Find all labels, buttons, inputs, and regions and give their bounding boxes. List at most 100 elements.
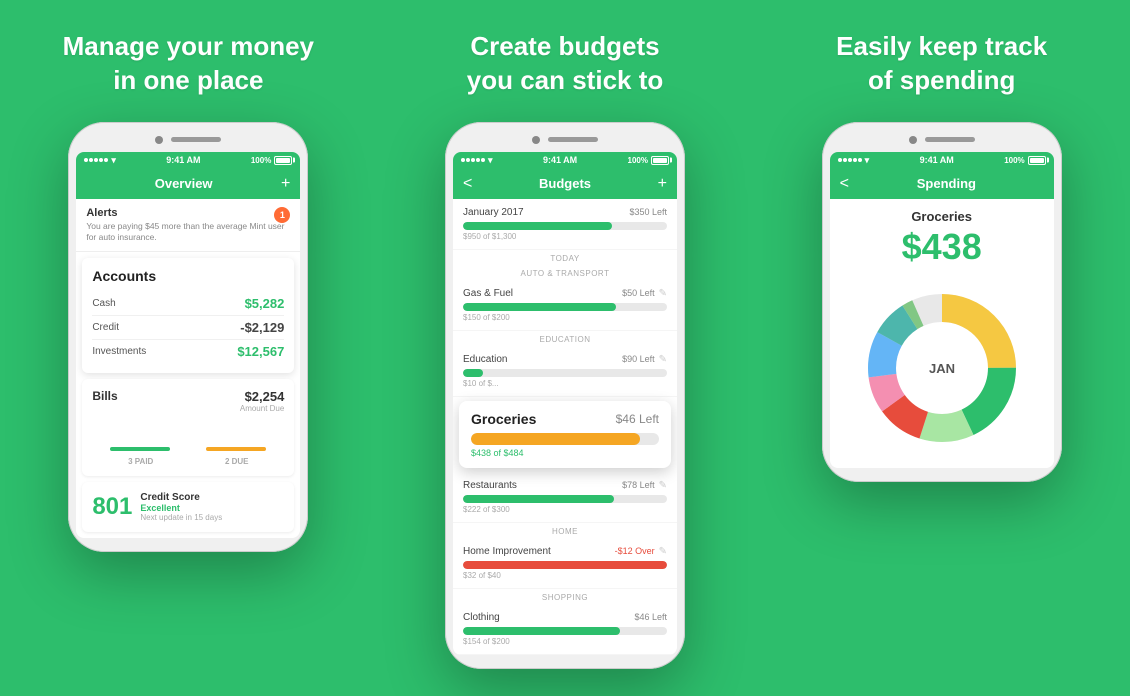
budget-home-name: Home Improvement <box>463 546 551 557</box>
phone3-screen: ▾ 9:41 AM 100% < Spending <box>830 152 1054 468</box>
budget-item-gasfuel: Gas & Fuel $50 Left ✎ $150 of $200 <box>453 280 677 331</box>
phone1-status-right: 100% <box>251 156 292 165</box>
phone1-accounts-card: Accounts Cash $5,282 Credit -$2,129 Inve… <box>82 258 294 373</box>
phone2-camera <box>532 136 540 144</box>
account-row-credit: Credit -$2,129 <box>92 316 284 340</box>
budget-item-cloth-header: Clothing $46 Left <box>463 612 667 623</box>
phone1-bills-section: Bills $2,254 Amount Due <box>82 379 294 476</box>
budget-hl-header: Groceries $46 Left <box>471 411 659 427</box>
budget-cloth-left: $46 Left <box>634 612 667 622</box>
phone1-time: 9:41 AM <box>166 155 200 165</box>
donut-center-label: JAN <box>929 361 955 376</box>
budget-gas-name: Gas & Fuel <box>463 288 513 299</box>
budget-item-clothing: Clothing $46 Left $154 of $200 <box>453 604 677 655</box>
phone2-header-add[interactable]: + <box>658 175 667 193</box>
budget-gas-left: $50 Left ✎ <box>622 288 667 299</box>
phone1-status-bar: ▾ 9:41 AM 100% <box>76 152 300 169</box>
budget-hl-name: Groceries <box>471 411 536 427</box>
phone1-alerts-section: Alerts 1 You are paying $45 more than th… <box>76 199 300 252</box>
phone1-screen: ▾ 9:41 AM 100% Overview + <box>76 152 300 538</box>
budget-rest-left: $78 Left ✎ <box>622 480 667 491</box>
phone2-speaker <box>548 137 598 142</box>
budget-cloth-name: Clothing <box>463 612 500 623</box>
budget-sublabel-shopping: SHOPPING <box>453 589 677 604</box>
section1-title-line1: Manage your money <box>63 31 314 61</box>
spending-donut-chart: JAN <box>852 278 1032 458</box>
budget-hl-sub: $438 of $484 <box>471 448 659 458</box>
phone1-header-title: Overview <box>155 176 213 191</box>
budget-edu-bar-fill <box>463 369 483 377</box>
phone1-bills-bars <box>92 421 284 451</box>
phone2-frame: ▾ 9:41 AM 100% < Budgets + <box>445 122 685 669</box>
budget-sublabel-home: HOME <box>453 523 677 538</box>
budget-cloth-sub: $154 of $200 <box>463 637 667 646</box>
phone1-bills-paid: 3 PAID <box>128 457 153 466</box>
phone1-bills-paid-bar <box>110 447 170 451</box>
budget-item-rest-header: Restaurants $78 Left ✎ <box>463 480 667 491</box>
budget-hl-bar-fill <box>471 433 640 445</box>
budget-hl-left: $46 Left <box>616 412 659 426</box>
phone1-credit-rating: Excellent <box>140 503 284 513</box>
budget-item-restaurants: Restaurants $78 Left ✎ $222 of $300 <box>453 472 677 523</box>
phone1-bills-header: Bills $2,254 Amount Due <box>92 389 284 413</box>
budget-home-edit[interactable]: ✎ <box>659 546 667 557</box>
budget-edu-left: $90 Left ✎ <box>622 354 667 365</box>
section-spending: Easily keep track of spending ▾ 9:41 AM <box>753 0 1130 696</box>
budget-item-edu-header: Education $90 Left ✎ <box>463 354 667 365</box>
phone2-battery-text: 100% <box>628 156 648 165</box>
phone2-app-header: < Budgets + <box>453 169 677 199</box>
section3-title: Easily keep track of spending <box>836 30 1047 98</box>
account-credit-label: Credit <box>92 322 119 333</box>
phone1-alerts-title: Alerts <box>86 207 290 219</box>
phone1-bills-amount: $2,254 <box>240 389 284 404</box>
budget-jan-name: January 2017 <box>463 207 524 218</box>
budget-cloth-bar-bg <box>463 627 667 635</box>
phone1-status-left: ▾ <box>84 155 116 166</box>
budget-home-left: -$12 Over ✎ <box>615 546 667 557</box>
app-container: Manage your money in one place ▾ 9:41 AM <box>0 0 1130 696</box>
phone1-battery-text: 100% <box>251 156 271 165</box>
budget-jan-sub: $950 of $1,300 <box>463 232 667 241</box>
phone2-signal <box>461 158 485 162</box>
phone3-app-header: < Spending <box>830 169 1054 199</box>
account-credit-amount: -$2,129 <box>240 320 284 335</box>
phone3-spending-content: Groceries $438 <box>830 199 1054 468</box>
budget-gas-edit[interactable]: ✎ <box>659 288 667 299</box>
account-investments-amount: $12,567 <box>237 344 284 359</box>
phone1-credit-section: 801 Credit Score Excellent Next update i… <box>82 482 294 532</box>
section3-title-line2: of spending <box>868 65 1015 95</box>
phone3-top <box>830 136 1054 144</box>
section3-title-line1: Easily keep track <box>836 31 1047 61</box>
phone2-header-back[interactable]: < <box>463 175 472 193</box>
budget-gas-sub: $150 of $200 <box>463 313 667 322</box>
phone2-status-right: 100% <box>628 156 669 165</box>
budget-item-jan-header: January 2017 $350 Left <box>463 207 667 218</box>
budget-rest-name: Restaurants <box>463 480 517 491</box>
budget-sublabel-auto: AUTO & TRANSPORT <box>453 265 677 280</box>
phone1-app-header: Overview + <box>76 169 300 199</box>
budget-item-january: January 2017 $350 Left $950 of $1,300 <box>453 199 677 250</box>
budget-rest-bar-fill <box>463 495 614 503</box>
phone2-screen: ▾ 9:41 AM 100% < Budgets + <box>453 152 677 655</box>
phone3-donut-container: JAN <box>840 278 1044 458</box>
budget-jan-left: $350 Left <box>629 207 667 217</box>
phone3-header-back[interactable]: < <box>840 175 849 193</box>
phone1-alerts-text: You are paying $45 more than the average… <box>86 221 290 243</box>
phone1-bills-due: 2 DUE <box>225 457 249 466</box>
budget-highlight-groceries: Groceries $46 Left $438 of $484 <box>459 401 671 468</box>
phone3-frame: ▾ 9:41 AM 100% < Spending <box>822 122 1062 482</box>
phone3-header-title: Spending <box>917 176 976 191</box>
account-cash-amount: $5,282 <box>245 296 285 311</box>
budget-rest-sub: $222 of $300 <box>463 505 667 514</box>
phone1-signal <box>84 158 108 162</box>
budget-gas-bar-fill <box>463 303 616 311</box>
phone3-battery-icon <box>1028 156 1046 165</box>
budget-edu-edit[interactable]: ✎ <box>659 354 667 365</box>
phone3-camera <box>909 136 917 144</box>
budget-rest-edit[interactable]: ✎ <box>659 480 667 491</box>
phone1-header-add[interactable]: + <box>281 175 290 193</box>
budget-home-bar-bg <box>463 561 667 569</box>
phone1-camera <box>155 136 163 144</box>
phone1-credit-next: Next update in 15 days <box>140 513 284 522</box>
budget-item-gas-header: Gas & Fuel $50 Left ✎ <box>463 288 667 299</box>
